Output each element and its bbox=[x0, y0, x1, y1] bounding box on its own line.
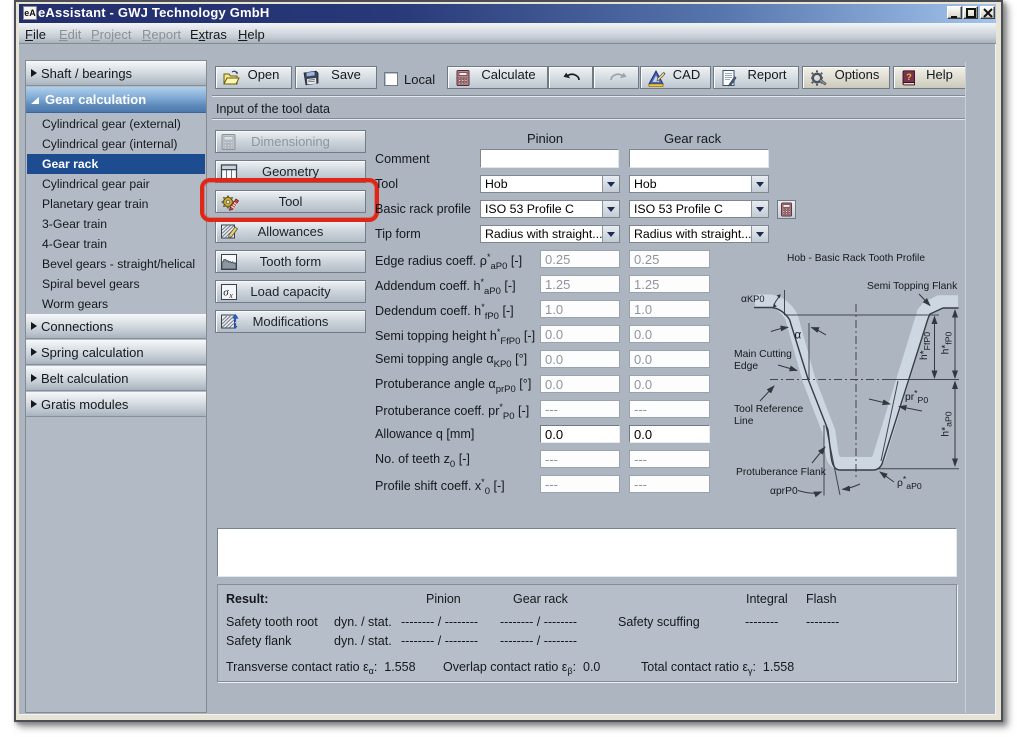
svg-text:Semi Topping Flank: Semi Topping Flank bbox=[867, 281, 958, 292]
svg-text:?: ? bbox=[906, 72, 912, 82]
svg-text:Tool Reference: Tool Reference bbox=[734, 404, 804, 415]
svg-text:Line: Line bbox=[734, 416, 754, 427]
svg-text:Edge: Edge bbox=[734, 361, 758, 372]
svg-text:Protuberance Flank: Protuberance Flank bbox=[736, 467, 827, 478]
svg-text:αKP0: αKP0 bbox=[741, 294, 765, 305]
svg-text:h*fP0: h*fP0 bbox=[941, 331, 954, 354]
svg-text:α: α bbox=[795, 330, 802, 342]
svg-text:Main Cutting: Main Cutting bbox=[734, 349, 792, 360]
svg-text:αprP0: αprP0 bbox=[770, 486, 798, 497]
svg-text:ρ*aP0: ρ*aP0 bbox=[897, 474, 922, 491]
svg-text:Hob - Basic Rack Tooth Profi: Hob - Basic Rack Tooth Profile bbox=[787, 253, 925, 264]
svg-text:h*aP0: h*aP0 bbox=[941, 411, 954, 436]
svg-text:x: x bbox=[228, 291, 233, 300]
svg-text:pr*P0: pr*P0 bbox=[905, 388, 928, 405]
